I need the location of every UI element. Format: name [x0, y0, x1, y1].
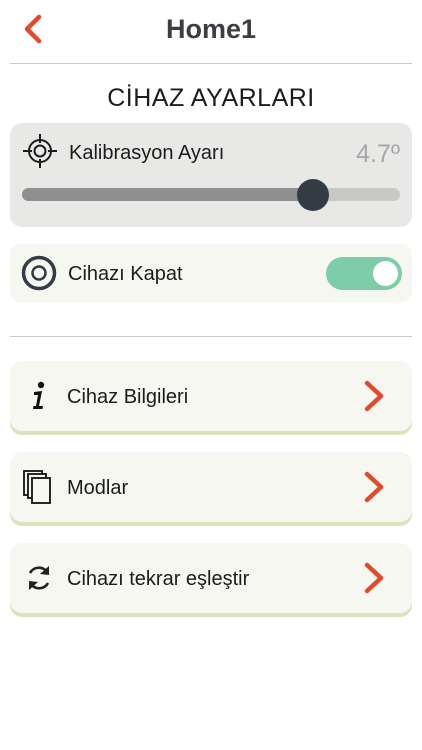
menu-item-modes[interactable]: Modlar — [10, 452, 412, 522]
chevron-right-icon — [364, 471, 384, 503]
calibration-value: 4.7º — [356, 140, 400, 168]
menu-item-re-pair-device[interactable]: Cihazı tekrar eşleştir — [10, 543, 412, 613]
page-title: Home1 — [165, 14, 257, 44]
chevron-right-icon — [364, 562, 384, 594]
chevron-right-icon — [364, 380, 384, 412]
header-divider — [10, 63, 412, 64]
slider-thumb[interactable] — [297, 179, 330, 211]
section-divider — [10, 336, 412, 337]
power-off-toggle[interactable] — [326, 257, 402, 290]
calibration-slider[interactable] — [22, 179, 400, 211]
power-ring-icon — [21, 255, 57, 291]
calibration-card: Kalibrasyon Ayarı 4.7º — [10, 123, 412, 227]
menu-item-label: Cihaz Bilgileri — [67, 386, 189, 408]
info-icon — [22, 378, 56, 414]
header: Home1 — [0, 0, 422, 60]
power-off-card: Cihazı Kapat — [10, 244, 412, 302]
device-settings-screen: Home1 CİHAZ AYARLARI Kalibrasyon Ayarı 4… — [0, 0, 422, 750]
crosshair-icon — [23, 134, 57, 168]
sync-icon — [22, 560, 56, 596]
toggle-knob — [373, 261, 398, 286]
menu-item-device-info[interactable]: Cihaz Bilgileri — [10, 361, 412, 431]
menu-item-label: Modlar — [67, 477, 129, 499]
menu-item-label: Cihazı tekrar eşleştir — [67, 568, 250, 590]
section-title: CİHAZ AYARLARI — [107, 84, 315, 112]
slider-fill — [22, 188, 314, 201]
power-off-label: Cihazı Kapat — [68, 263, 183, 285]
calibration-label: Kalibrasyon Ayarı — [69, 142, 225, 164]
documents-icon — [22, 469, 56, 505]
